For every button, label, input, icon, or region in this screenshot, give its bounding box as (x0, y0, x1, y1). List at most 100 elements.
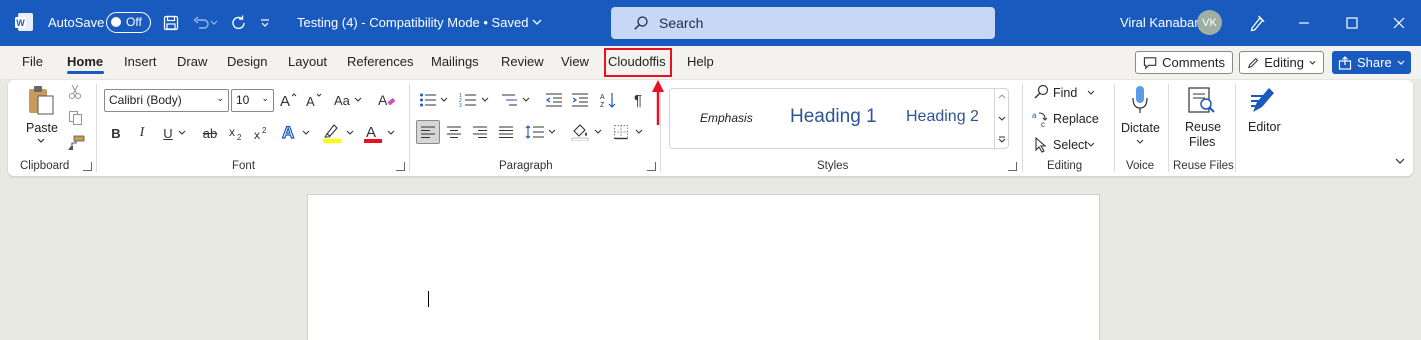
share-button[interactable]: Share (1332, 51, 1411, 74)
text-effects-icon[interactable]: A (280, 122, 300, 142)
paragraph-launcher-icon[interactable] (647, 162, 656, 171)
editor-label[interactable]: Editor (1248, 120, 1281, 134)
tab-draw[interactable]: Draw (177, 54, 207, 69)
autosave-toggle[interactable]: Off (106, 12, 151, 33)
user-name[interactable]: Viral Kanabar (1120, 15, 1199, 30)
undo-dropdown-icon[interactable] (208, 12, 220, 34)
text-effects-dropdown-icon[interactable] (300, 124, 312, 142)
bullets-icon[interactable] (418, 90, 438, 110)
change-case-icon[interactable]: Aa (333, 90, 363, 110)
comments-button[interactable]: Comments (1135, 51, 1233, 74)
multilevel-list-icon[interactable] (499, 90, 519, 110)
editor-icon[interactable] (1246, 83, 1278, 117)
styles-scrollbar[interactable] (994, 89, 1008, 150)
align-right-icon[interactable] (470, 122, 490, 142)
justify-icon[interactable] (496, 122, 516, 142)
select-label[interactable]: Select (1053, 138, 1088, 152)
font-name-select[interactable]: Calibri (Body) ⌄ (104, 89, 229, 112)
line-spacing-icon[interactable] (524, 122, 546, 142)
strikethrough-icon[interactable]: ab (200, 124, 220, 142)
select-dropdown-icon[interactable] (1085, 138, 1097, 152)
tab-insert[interactable]: Insert (124, 54, 157, 69)
dictate-dropdown-icon[interactable] (1134, 136, 1146, 148)
find-label[interactable]: Find (1053, 86, 1077, 100)
paste-icon[interactable] (26, 84, 56, 116)
replace-label[interactable]: Replace (1053, 112, 1099, 126)
cut-icon[interactable] (67, 84, 83, 100)
grow-font-icon[interactable]: A (278, 90, 300, 110)
share-label: Share (1357, 55, 1392, 70)
bullets-dropdown-icon[interactable] (438, 90, 450, 110)
highlight-dropdown-icon[interactable] (344, 124, 356, 142)
numbering-dropdown-icon[interactable] (479, 90, 491, 110)
font-color-dropdown-icon[interactable] (385, 124, 397, 142)
subscript-icon[interactable]: x2 (228, 124, 246, 142)
numbering-icon[interactable]: 123 (458, 90, 478, 110)
clipboard-launcher-icon[interactable] (83, 162, 92, 171)
tab-references[interactable]: References (347, 54, 413, 69)
find-dropdown-icon[interactable] (1085, 86, 1097, 100)
maximize-icon[interactable] (1341, 12, 1363, 34)
select-cursor-icon[interactable] (1032, 136, 1050, 154)
reuse-files-icon[interactable] (1185, 85, 1217, 117)
search-box[interactable]: Search (611, 7, 995, 39)
tab-help[interactable]: Help (687, 54, 714, 69)
highlight-color-icon[interactable] (322, 122, 342, 144)
avatar[interactable]: VK (1197, 10, 1222, 35)
customize-toolbar-icon[interactable] (257, 12, 273, 34)
increase-indent-icon[interactable] (570, 90, 590, 110)
underline-dropdown-icon[interactable] (176, 124, 188, 142)
redo-icon[interactable] (228, 12, 250, 34)
replace-icon[interactable]: ac (1032, 110, 1050, 128)
tab-file[interactable]: File (22, 54, 43, 69)
tab-layout[interactable]: Layout (288, 54, 327, 69)
style-emphasis[interactable]: Emphasis (700, 111, 753, 125)
find-icon[interactable] (1032, 83, 1050, 101)
reuse-label-line2[interactable]: Files (1189, 135, 1215, 149)
pen-icon[interactable] (1246, 12, 1268, 34)
document-title[interactable]: Testing (4) - Compatibility Mode • Saved (297, 15, 542, 30)
collapse-ribbon-icon[interactable] (1393, 154, 1407, 168)
show-formatting-marks-icon[interactable]: ¶ (628, 90, 648, 110)
document-page[interactable] (307, 194, 1100, 340)
style-heading-1[interactable]: Heading 1 (790, 106, 877, 128)
underline-icon[interactable]: U (160, 124, 176, 142)
tab-home[interactable]: Home (67, 54, 103, 69)
font-launcher-icon[interactable] (396, 162, 405, 171)
align-center-icon[interactable] (444, 122, 464, 142)
dictate-label[interactable]: Dictate (1121, 121, 1160, 135)
italic-icon[interactable]: I (134, 124, 150, 142)
tab-review[interactable]: Review (501, 54, 544, 69)
sort-icon[interactable]: AZ (598, 90, 618, 110)
shrink-font-icon[interactable]: A (304, 90, 326, 110)
style-heading-2[interactable]: Heading 2 (906, 108, 979, 126)
clear-formatting-icon[interactable]: A (377, 90, 397, 110)
copy-icon[interactable] (67, 110, 83, 126)
reuse-label-line1[interactable]: Reuse (1185, 120, 1221, 134)
save-icon[interactable] (160, 12, 182, 34)
editing-mode-button[interactable]: Editing (1239, 51, 1324, 74)
tab-design[interactable]: Design (227, 54, 267, 69)
tab-mailings[interactable]: Mailings (431, 54, 479, 69)
shading-dropdown-icon[interactable] (592, 122, 604, 142)
decrease-indent-icon[interactable] (544, 90, 564, 110)
share-icon (1338, 55, 1352, 70)
format-painter-icon[interactable] (67, 135, 85, 151)
tab-view[interactable]: View (561, 54, 589, 69)
bold-icon[interactable]: B (108, 124, 124, 142)
paste-label[interactable]: Paste (26, 121, 58, 135)
minimize-icon[interactable] (1293, 12, 1315, 34)
shading-icon[interactable] (570, 122, 590, 142)
close-icon[interactable] (1388, 12, 1410, 34)
align-left-icon[interactable] (418, 122, 438, 142)
superscript-icon[interactable]: x2 (253, 124, 271, 142)
font-color-icon[interactable]: A (363, 122, 383, 144)
borders-icon[interactable] (611, 122, 631, 142)
multilevel-dropdown-icon[interactable] (520, 90, 532, 110)
styles-launcher-icon[interactable] (1008, 162, 1017, 171)
font-size-select[interactable]: 10 ⌄ (231, 89, 274, 112)
line-spacing-dropdown-icon[interactable] (546, 122, 558, 142)
paste-dropdown-icon[interactable] (35, 136, 47, 146)
dictate-microphone-icon[interactable] (1129, 83, 1151, 117)
borders-dropdown-icon[interactable] (633, 122, 645, 142)
